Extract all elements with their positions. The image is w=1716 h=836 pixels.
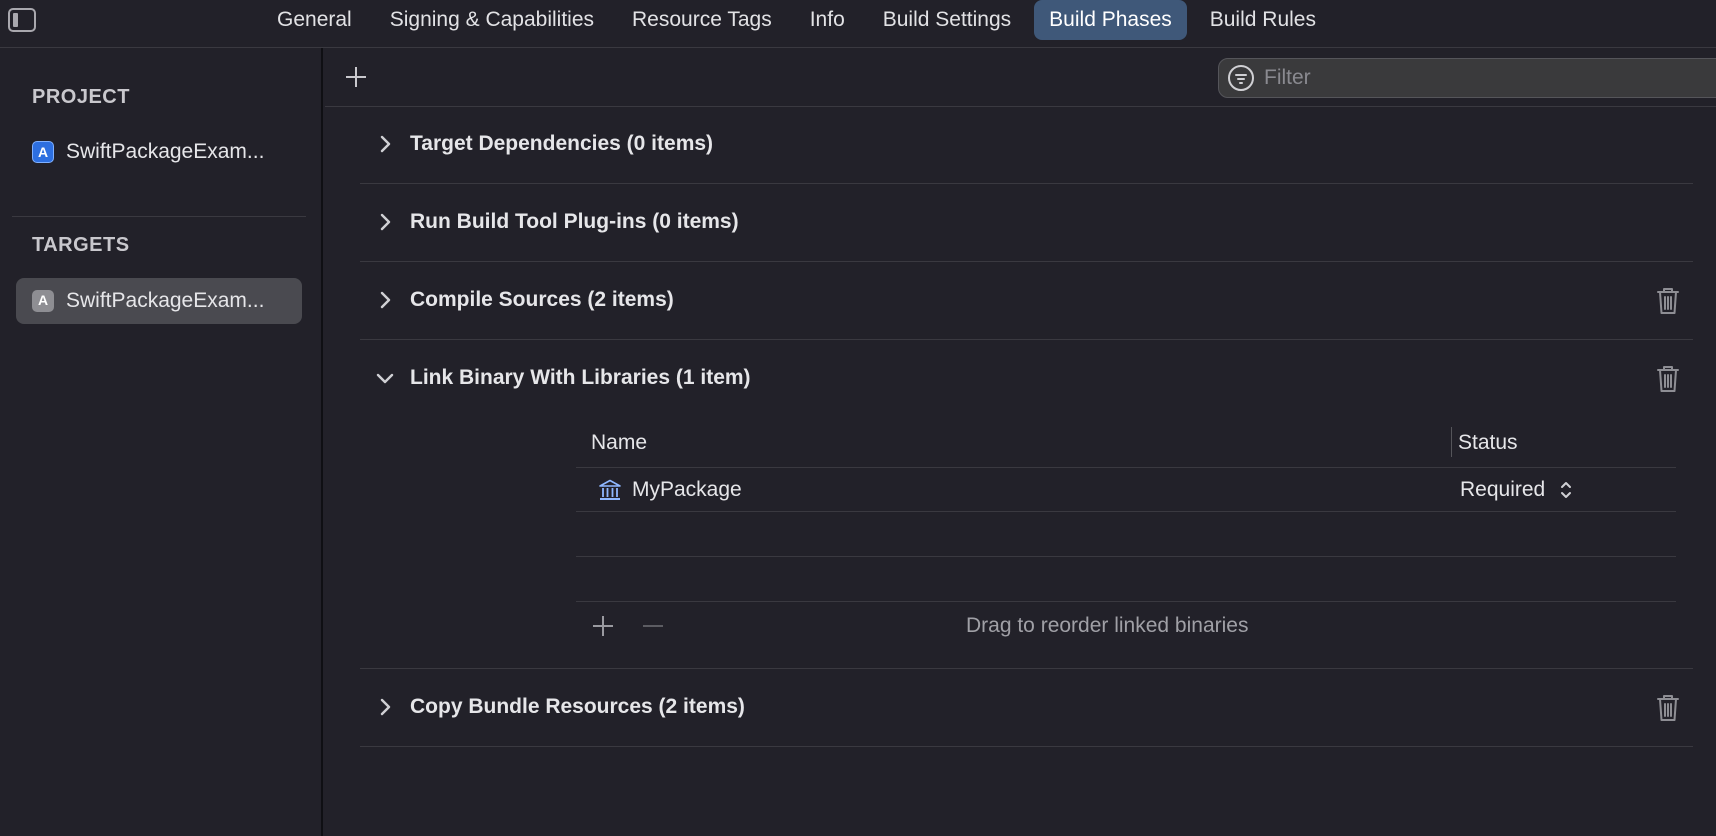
tab-list: General Signing & Capabilities Resource …: [262, 0, 1339, 40]
phase-title: Target Dependencies (0 items): [410, 132, 714, 155]
sidebar-toggle-icon[interactable]: [8, 8, 36, 32]
project-section-header: PROJECT: [32, 86, 130, 108]
sidebar-item-project[interactable]: A SwiftPackageExam...: [16, 129, 302, 175]
table-footer: Drag to reorder linked binaries: [576, 602, 1676, 652]
column-header-status[interactable]: Status: [1458, 431, 1518, 455]
filter-field[interactable]: [1218, 58, 1716, 98]
build-phases-toolbar: [325, 48, 1716, 107]
table-row-empty: [576, 512, 1676, 557]
linked-libraries-table: Name Status MyPackage Required Drag to r…: [576, 418, 1676, 652]
table-row[interactable]: MyPackage Required: [576, 468, 1676, 512]
tab-build-phases[interactable]: Build Phases: [1034, 0, 1187, 40]
tab-general[interactable]: General: [262, 0, 367, 40]
chevron-up-down-icon[interactable]: [1559, 478, 1573, 502]
tab-build-settings[interactable]: Build Settings: [868, 0, 1026, 40]
phase-title: Compile Sources (2 items): [410, 288, 674, 311]
targets-section-header: TARGETS: [32, 234, 130, 256]
phase-title: Copy Bundle Resources (2 items): [410, 695, 745, 718]
tab-build-rules[interactable]: Build Rules: [1195, 0, 1331, 40]
phase-target-dependencies: Target Dependencies (0 items): [360, 107, 1693, 184]
phase-header[interactable]: Compile Sources (2 items): [360, 263, 1693, 340]
phase-run-build-tool-plugins: Run Build Tool Plug-ins (0 items): [360, 185, 1693, 262]
chevron-right-icon[interactable]: [375, 212, 395, 232]
filter-input[interactable]: [1262, 65, 1662, 91]
tab-signing-capabilities[interactable]: Signing & Capabilities: [375, 0, 609, 40]
column-separator: [1451, 427, 1452, 457]
table-row-empty: [576, 557, 1676, 602]
phase-title: Run Build Tool Plug-ins (0 items): [410, 210, 739, 233]
trash-icon[interactable]: [1655, 693, 1681, 723]
trash-icon[interactable]: [1655, 364, 1681, 394]
sidebar-item-target[interactable]: A SwiftPackageExam...: [16, 278, 302, 324]
chevron-down-icon[interactable]: [375, 368, 395, 388]
add-library-button[interactable]: [592, 615, 614, 637]
chevron-right-icon[interactable]: [375, 697, 395, 717]
sidebar-item-label: SwiftPackageExam...: [66, 289, 265, 312]
library-name: MyPackage: [632, 478, 742, 501]
app-target-icon: A: [32, 290, 54, 312]
phase-header[interactable]: Link Binary With Libraries (1 item): [360, 341, 1693, 418]
phase-header[interactable]: Target Dependencies (0 items): [360, 107, 1693, 184]
tab-info[interactable]: Info: [795, 0, 860, 40]
column-header-name[interactable]: Name: [591, 431, 647, 455]
remove-library-button[interactable]: [642, 615, 664, 637]
chevron-right-icon[interactable]: [375, 290, 395, 310]
sidebar-divider: [12, 216, 306, 217]
phase-link-binary-with-libraries: Link Binary With Libraries (1 item) Name…: [360, 341, 1693, 669]
editor-tab-bar: General Signing & Capabilities Resource …: [0, 0, 1716, 48]
chevron-right-icon[interactable]: [375, 134, 395, 154]
build-phases-editor: Target Dependencies (0 items) Run Build …: [325, 48, 1716, 836]
sidebar-item-label: SwiftPackageExam...: [66, 140, 265, 163]
reorder-hint: Drag to reorder linked binaries: [966, 614, 1249, 637]
xcode-project-icon: A: [32, 141, 54, 163]
add-build-phase-button[interactable]: [341, 62, 371, 92]
tab-resource-tags[interactable]: Resource Tags: [617, 0, 787, 40]
project-navigator-sidebar: PROJECT A SwiftPackageExam... TARGETS A …: [0, 48, 323, 836]
library-status-select[interactable]: Required: [1460, 478, 1545, 502]
phase-compile-sources: Compile Sources (2 items): [360, 263, 1693, 340]
table-header: Name Status: [576, 418, 1676, 468]
phase-title: Link Binary With Libraries (1 item): [410, 366, 751, 389]
phase-header[interactable]: Run Build Tool Plug-ins (0 items): [360, 185, 1693, 262]
trash-icon[interactable]: [1655, 286, 1681, 316]
library-icon: [598, 479, 622, 501]
phase-header[interactable]: Copy Bundle Resources (2 items): [360, 670, 1693, 747]
phase-copy-bundle-resources: Copy Bundle Resources (2 items): [360, 670, 1693, 747]
filter-icon: [1228, 65, 1254, 91]
